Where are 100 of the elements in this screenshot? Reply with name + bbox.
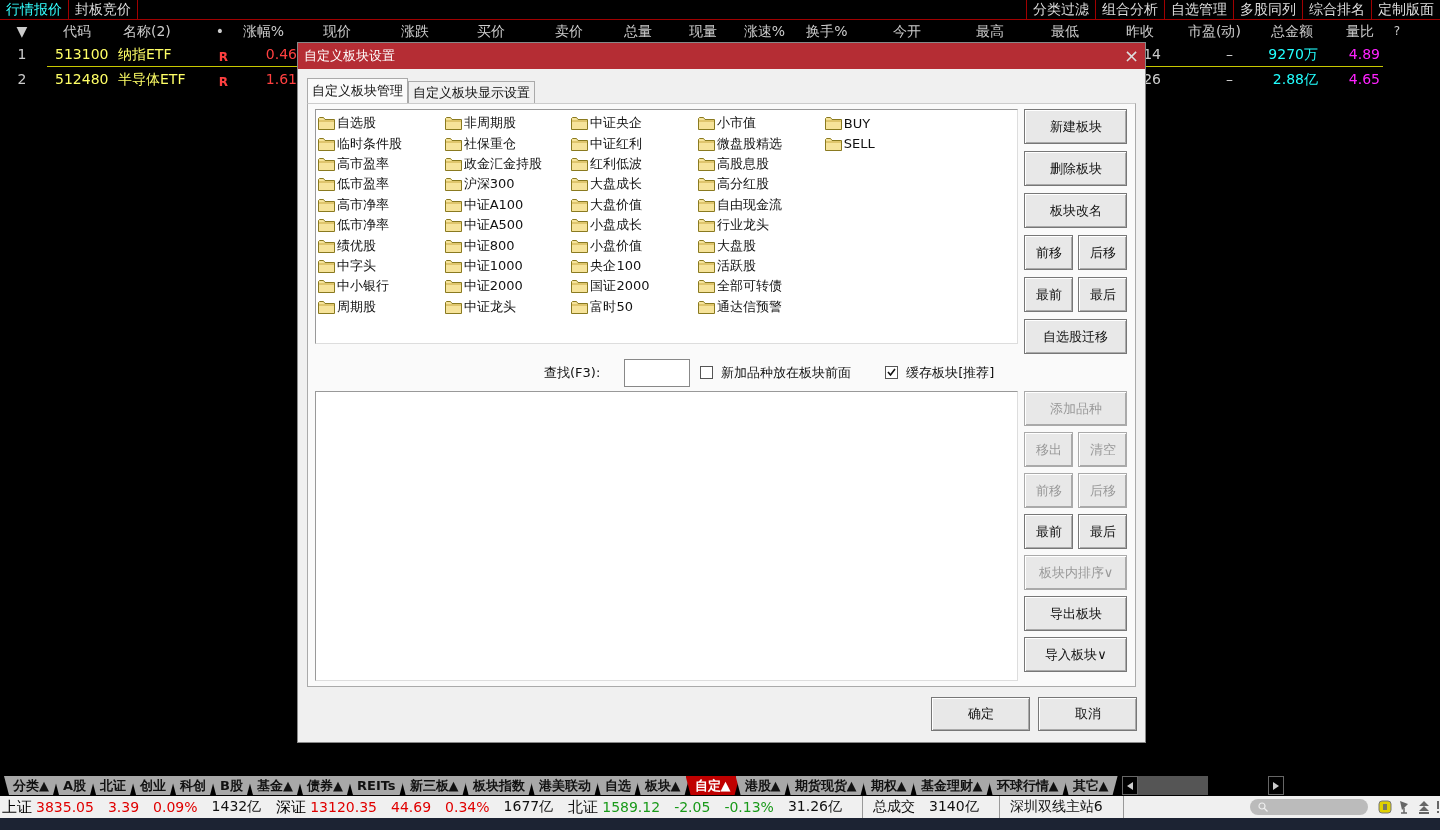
column-header[interactable]: 涨跌 [377,20,452,42]
dialog-button[interactable]: 确定 [931,697,1030,731]
toolbar-tab[interactable]: 分类过滤 [1026,0,1095,19]
block-item[interactable]: 小盘价值 [571,235,699,256]
block-item[interactable]: 活跃股 [698,255,825,277]
column-header[interactable]: 市盈(动) [1177,20,1252,42]
column-header[interactable]: 总量 [607,20,669,42]
dialog-button[interactable]: 新建板块 [1024,109,1128,144]
block-item[interactable]: 央企100 [571,255,699,277]
market-tab[interactable]: B股 [211,776,252,795]
market-tab[interactable]: 新三板▲ [400,776,468,795]
block-item[interactable]: 国证2000 [571,276,699,297]
dialog-button[interactable]: 板块改名 [1024,193,1128,228]
market-tab[interactable]: 基金理财▲ [911,776,992,795]
market-tab[interactable]: 港股▲ [735,776,790,795]
block-item[interactable]: 政金汇金持股 [444,153,572,175]
market-tab[interactable]: 债券▲ [298,776,352,795]
column-header[interactable]: 涨速% [737,20,792,42]
column-header[interactable]: 最高 [952,20,1027,42]
search-field[interactable] [1250,799,1368,815]
block-item[interactable]: 社保重仓 [444,133,572,154]
block-item[interactable]: 小盘成长 [571,214,699,236]
block-item[interactable]: 富时50 [571,296,699,317]
toolbar-tab[interactable]: 定制版面 [1371,0,1440,19]
dialog-button[interactable]: 后移 [1078,235,1128,270]
market-tab[interactable]: 基金▲ [248,776,302,795]
market-tab[interactable]: 自定▲ [685,776,740,795]
block-item[interactable]: 小市值 [698,113,825,134]
block-item[interactable]: BUY [824,113,952,134]
market-tab[interactable]: 板块▲ [635,776,690,795]
block-item[interactable]: 周期股 [318,296,445,317]
block-item[interactable]: 大盘价值 [571,194,699,215]
market-tab[interactable]: 自选 [595,776,640,795]
dialog-button[interactable]: 删除板块 [1024,151,1128,186]
market-tab[interactable]: 期货现货▲ [785,776,866,795]
stack-arrow-icon[interactable] [1418,800,1430,814]
market-tab[interactable]: 港美联动 [529,776,600,795]
search-field[interactable] [624,358,691,387]
block-item[interactable]: 非周期股 [444,113,572,134]
toolbar-tab[interactable]: 综合排名 [1302,0,1371,19]
block-item[interactable]: 中证800 [444,235,572,256]
coin-icon[interactable] [1378,800,1392,814]
column-header[interactable]: 量比 [1332,20,1387,42]
block-item[interactable]: 中证红利 [571,133,699,154]
column-header[interactable]: 换手% [792,20,862,42]
block-item[interactable]: 中证A100 [444,194,572,215]
market-tab[interactable]: 板块指数 [463,776,534,795]
block-item[interactable]: 通达信预警 [698,296,825,317]
view-tab[interactable]: 行情报价 [0,0,69,19]
block-item[interactable]: 自选股 [318,113,445,134]
block-item[interactable]: 绩优股 [318,235,445,256]
dialog-button[interactable]: 前移 [1024,235,1074,270]
column-header[interactable]: 涨幅% [230,20,297,42]
column-header[interactable]: 名称(2) [110,20,210,42]
market-tab[interactable]: REITs [348,776,405,795]
alert-icon[interactable] [1436,800,1440,814]
block-item[interactable]: 高股息股 [698,153,825,175]
sort-caret[interactable]: ▼ [0,20,44,42]
block-item[interactable]: 中证2000 [444,276,572,297]
close-button[interactable]: × [1123,47,1139,65]
block-item[interactable]: 低市净率 [318,214,445,236]
market-tab[interactable]: 其它▲ [1063,776,1118,795]
block-item[interactable]: 临时条件股 [318,133,445,154]
market-tab[interactable]: 期权▲ [861,776,916,795]
scroll-left-button[interactable] [1121,776,1138,795]
block-item[interactable]: 大盘股 [698,235,825,256]
block-item[interactable]: 中小银行 [318,276,445,297]
market-tab[interactable]: 分类▲ [4,776,58,795]
dialog-tab[interactable]: 自定义板块管理 [307,78,408,103]
block-item[interactable]: SELL [824,133,952,154]
toolbar-tab[interactable]: 多股同列 [1233,0,1302,19]
block-item[interactable]: 中证1000 [444,255,572,277]
dialog-button[interactable]: 取消 [1038,697,1137,731]
block-item[interactable]: 行业龙头 [698,214,825,236]
market-tab[interactable]: 环球行情▲ [987,776,1068,795]
block-item[interactable]: 中字头 [318,255,445,277]
block-item[interactable]: 中证央企 [571,113,699,134]
column-header[interactable]: • [210,20,230,42]
dialog-button[interactable]: 导入板块∨ [1024,637,1128,672]
column-header[interactable]: 今开 [862,20,952,42]
block-item[interactable]: 高市盈率 [318,153,445,175]
checkbox[interactable] [700,366,714,379]
dialog-button[interactable]: 自选股迁移 [1024,319,1128,354]
column-header[interactable]: 现价 [297,20,377,42]
block-item[interactable]: 红利低波 [571,153,699,175]
scroll-thumb[interactable] [1137,776,1208,795]
dialog-tab[interactable]: 自定义板块显示设置 [408,81,535,103]
toolbar-tab[interactable]: 自选管理 [1164,0,1233,19]
dialog-button[interactable]: 最后 [1078,514,1128,549]
block-item[interactable]: 高市净率 [318,194,445,215]
view-tab[interactable]: 封板竞价 [69,0,138,19]
dialog-button[interactable]: 最后 [1078,277,1128,312]
block-item[interactable]: 低市盈率 [318,174,445,195]
checkbox[interactable] [885,366,899,379]
column-header[interactable]: 昨收 [1102,20,1177,42]
block-item[interactable]: 沪深300 [444,174,572,195]
block-item[interactable]: 微盘股精选 [698,133,825,154]
column-header[interactable]: 代码 [44,20,110,42]
column-header[interactable]: 总金额 [1252,20,1332,42]
block-item[interactable]: 中证A500 [444,214,572,236]
